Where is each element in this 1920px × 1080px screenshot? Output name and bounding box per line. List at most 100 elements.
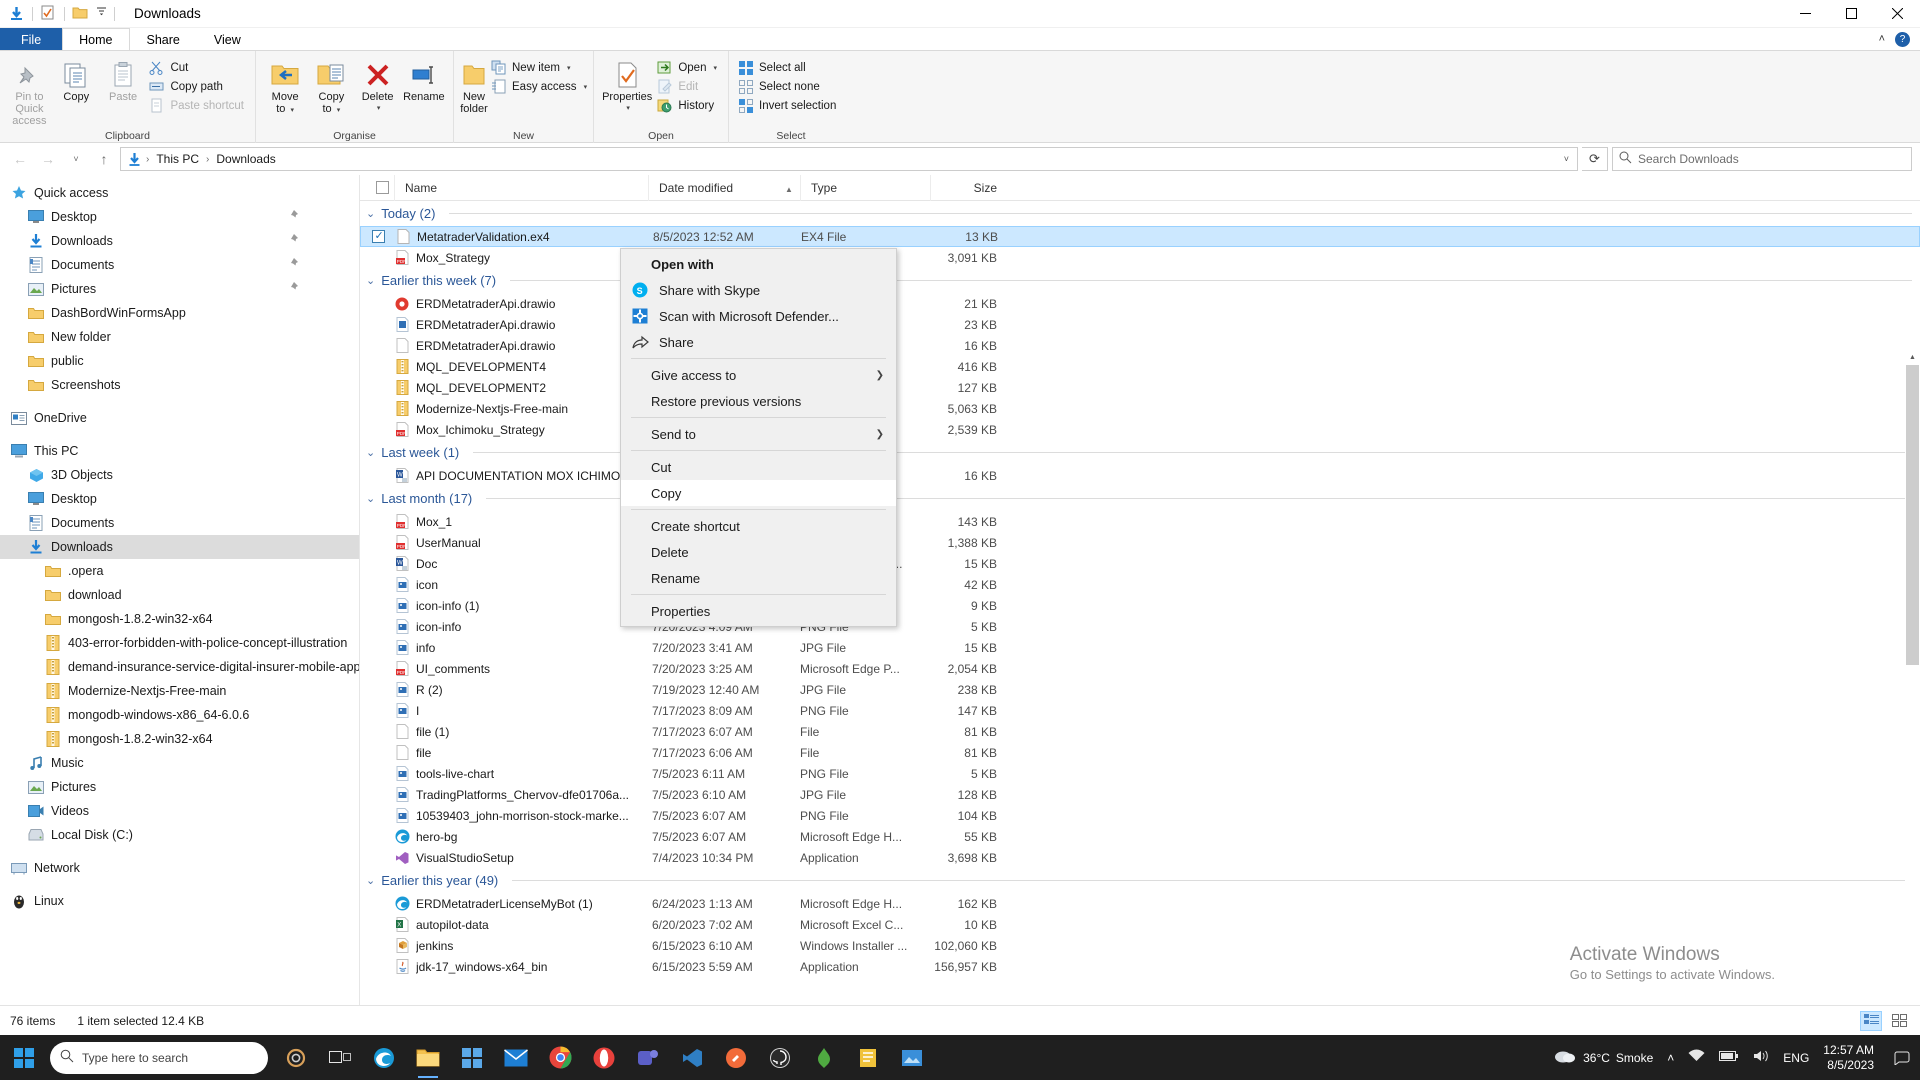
minimize-button[interactable]: [1782, 0, 1828, 28]
chevron-down-icon[interactable]: ⌄: [366, 874, 375, 887]
sidebar-item-mongosh-1-8-2-win32-x64[interactable]: mongosh-1.8.2-win32-x64: [0, 727, 359, 751]
search-box[interactable]: Search Downloads: [1612, 147, 1912, 171]
notification-icon[interactable]: [1892, 1043, 1912, 1073]
vertical-scrollbar[interactable]: ▲ ▼: [1905, 350, 1920, 1080]
sidebar-item-desktop[interactable]: Desktop: [0, 205, 359, 229]
vscode-icon[interactable]: [672, 1035, 712, 1080]
sidebar-item-onedrive[interactable]: OneDrive: [0, 406, 359, 430]
battery-tray-icon[interactable]: [1719, 1050, 1739, 1065]
sidebar-item-local-disk-c[interactable]: Local Disk (C:): [0, 823, 359, 847]
properties-button[interactable]: Properties ▾: [600, 55, 654, 115]
pin-icon[interactable]: [290, 210, 299, 224]
open-button[interactable]: Open ▾: [654, 58, 722, 77]
column-header-size[interactable]: Size: [930, 175, 1005, 201]
table-row[interactable]: Modernize-Nextjs-Free-main 5,063 KB: [360, 398, 1920, 419]
column-header-type[interactable]: Type: [800, 175, 930, 201]
postman-icon[interactable]: [716, 1035, 756, 1080]
details-view-button[interactable]: [1860, 1010, 1882, 1031]
clock[interactable]: 12:57 AM 8/5/2023: [1823, 1043, 1878, 1073]
table-row[interactable]: tools-live-chart 7/5/2023 6:11 AM PNG File…: [360, 763, 1920, 784]
column-header-date-modified[interactable]: Date modified: [648, 175, 800, 201]
invert-selection-button[interactable]: Invert selection: [735, 96, 841, 115]
table-row[interactable]: MQL_DEVELOPMENT4 416 KB: [360, 356, 1920, 377]
tab-home[interactable]: Home: [62, 28, 130, 50]
back-button[interactable]: ←: [8, 147, 32, 171]
menu-item-share[interactable]: Share: [621, 329, 896, 355]
menu-item-properties[interactable]: Properties: [621, 598, 896, 624]
menu-item-create-shortcut[interactable]: Create shortcut: [621, 513, 896, 539]
sidebar-item-opera[interactable]: .opera: [0, 559, 359, 583]
table-row[interactable]: file (1) 7/17/2023 6:07 AM File 81 KB: [360, 721, 1920, 742]
help-icon[interactable]: ?: [1895, 31, 1910, 47]
opera-icon[interactable]: [584, 1035, 624, 1080]
pin-icon[interactable]: [290, 258, 299, 272]
sidebar-item-documents[interactable]: Documents: [0, 253, 359, 277]
menu-item-open-with[interactable]: Open with: [621, 251, 896, 277]
table-row[interactable]: Xautopilot-data 6/20/2023 7:02 AM Microsof…: [360, 914, 1920, 935]
table-row[interactable]: W API DOCUMENTATION MOX ICHIMOKO 16 KB: [360, 465, 1920, 486]
table-row[interactable]: icon-info7/20/2023 4:09 AMPNG File5 KB: [360, 616, 1920, 637]
sidebar-item-3d-objects[interactable]: 3D Objects: [0, 463, 359, 487]
paste-button[interactable]: Paste: [100, 55, 147, 103]
edge-icon[interactable]: [364, 1035, 404, 1080]
weather-widget[interactable]: 36°C Smoke: [1553, 1047, 1653, 1068]
breadcrumb-dropdown-icon[interactable]: ˅: [1564, 154, 1573, 164]
table-row[interactable]: WDoc7/20/2023 4:46 AMMicrosoft Word D...…: [360, 553, 1920, 574]
table-row[interactable]: PDF UserManual 1,388 KB: [360, 532, 1920, 553]
copy-button[interactable]: Copy: [53, 55, 100, 103]
search-input[interactable]: Search Downloads: [1638, 152, 1739, 166]
history-button[interactable]: History: [654, 96, 722, 115]
sidebar-item-downloads[interactable]: Downloads: [0, 229, 359, 253]
sidebar-item-downloads[interactable]: Downloads: [0, 535, 359, 559]
table-row[interactable]: 10539403_john-morrison-stock-marke... 7/5…: [360, 805, 1920, 826]
taskbar-search-box[interactable]: Type here to search: [50, 1041, 268, 1074]
delete-button[interactable]: Delete ▾: [355, 55, 401, 115]
taskbar-search-input[interactable]: Type here to search: [82, 1051, 188, 1065]
row-checkbox[interactable]: ✓: [361, 230, 395, 243]
sidebar-item-mongosh-1-8-2-win32-x64[interactable]: mongosh-1.8.2-win32-x64: [0, 607, 359, 631]
photos-icon[interactable]: [892, 1035, 932, 1080]
sidebar-item-videos[interactable]: Videos: [0, 799, 359, 823]
chrome-icon[interactable]: [540, 1035, 580, 1080]
menu-item-restore-previous-versions[interactable]: Restore previous versions: [621, 388, 896, 414]
large-icons-view-button[interactable]: [1888, 1011, 1910, 1031]
sidebar-item-modernize-nextjs-free-main[interactable]: Modernize-Nextjs-Free-main: [0, 679, 359, 703]
copy-to-button[interactable]: Copy to ▾: [308, 55, 354, 117]
copy-path-button[interactable]: Copy path: [146, 77, 249, 96]
sidebar-item-public[interactable]: public: [0, 349, 359, 373]
table-row[interactable]: ERDMetatraderLicenseMyBot (1) 6/24/2023 1…: [360, 893, 1920, 914]
table-row[interactable]: ✓ MetatraderValidation.ex4 8/5/2023 12:52 …: [360, 226, 1920, 247]
pin-icon[interactable]: [290, 234, 299, 248]
sidebar-item-documents[interactable]: Documents: [0, 511, 359, 535]
collapse-ribbon-icon[interactable]: ˄: [1879, 33, 1885, 45]
column-header-name[interactable]: Name ▲: [394, 175, 793, 201]
new-folder-button[interactable]: New folder: [460, 55, 488, 115]
table-row[interactable]: hero-bg 7/5/2023 6:07 AM Microsoft Edge H.…: [360, 826, 1920, 847]
refresh-button[interactable]: ⟳: [1582, 147, 1608, 171]
customize-qat-icon[interactable]: [96, 5, 107, 22]
breadcrumb-this-pc[interactable]: This PC: [152, 151, 203, 167]
select-all-checkbox[interactable]: [360, 175, 394, 201]
properties-qat-icon[interactable]: [40, 5, 57, 22]
new-folder-qat-icon[interactable]: [72, 5, 89, 22]
sidebar-item-pictures[interactable]: Pictures: [0, 775, 359, 799]
notes-icon[interactable]: [848, 1035, 888, 1080]
sidebar-item-screenshots[interactable]: Screenshots: [0, 373, 359, 397]
table-row[interactable]: PDF Mox_1 143 KB: [360, 511, 1920, 532]
menu-item-send-to[interactable]: Send to ❯: [621, 421, 896, 447]
forward-button[interactable]: →: [36, 147, 60, 171]
breadcrumb-downloads[interactable]: Downloads: [212, 151, 279, 167]
chevron-down-icon[interactable]: ⌄: [366, 274, 375, 287]
chevron-down-icon[interactable]: ⌄: [366, 492, 375, 505]
table-row[interactable]: TradingPlatforms_Chervov-dfe01706a... 7/5…: [360, 784, 1920, 805]
new-item-button[interactable]: New item ▾: [488, 58, 592, 77]
table-row[interactable]: icon7/20/2023 4:23 AMPNG File42 KB: [360, 574, 1920, 595]
rename-button[interactable]: Rename: [401, 55, 447, 103]
table-row[interactable]: PDF Mox_Strategy 3,091 KB: [360, 247, 1920, 268]
sidebar-item-linux[interactable]: Linux: [0, 889, 359, 913]
menu-item-share-with-skype[interactable]: S Share with Skype: [621, 277, 896, 303]
breadcrumb-bar[interactable]: › This PC › Downloads ˅: [120, 147, 1578, 171]
table-row[interactable]: I 7/17/2023 8:09 AM PNG File 147 KB: [360, 700, 1920, 721]
teams-icon[interactable]: [628, 1035, 668, 1080]
up-button[interactable]: ↑: [92, 147, 116, 171]
